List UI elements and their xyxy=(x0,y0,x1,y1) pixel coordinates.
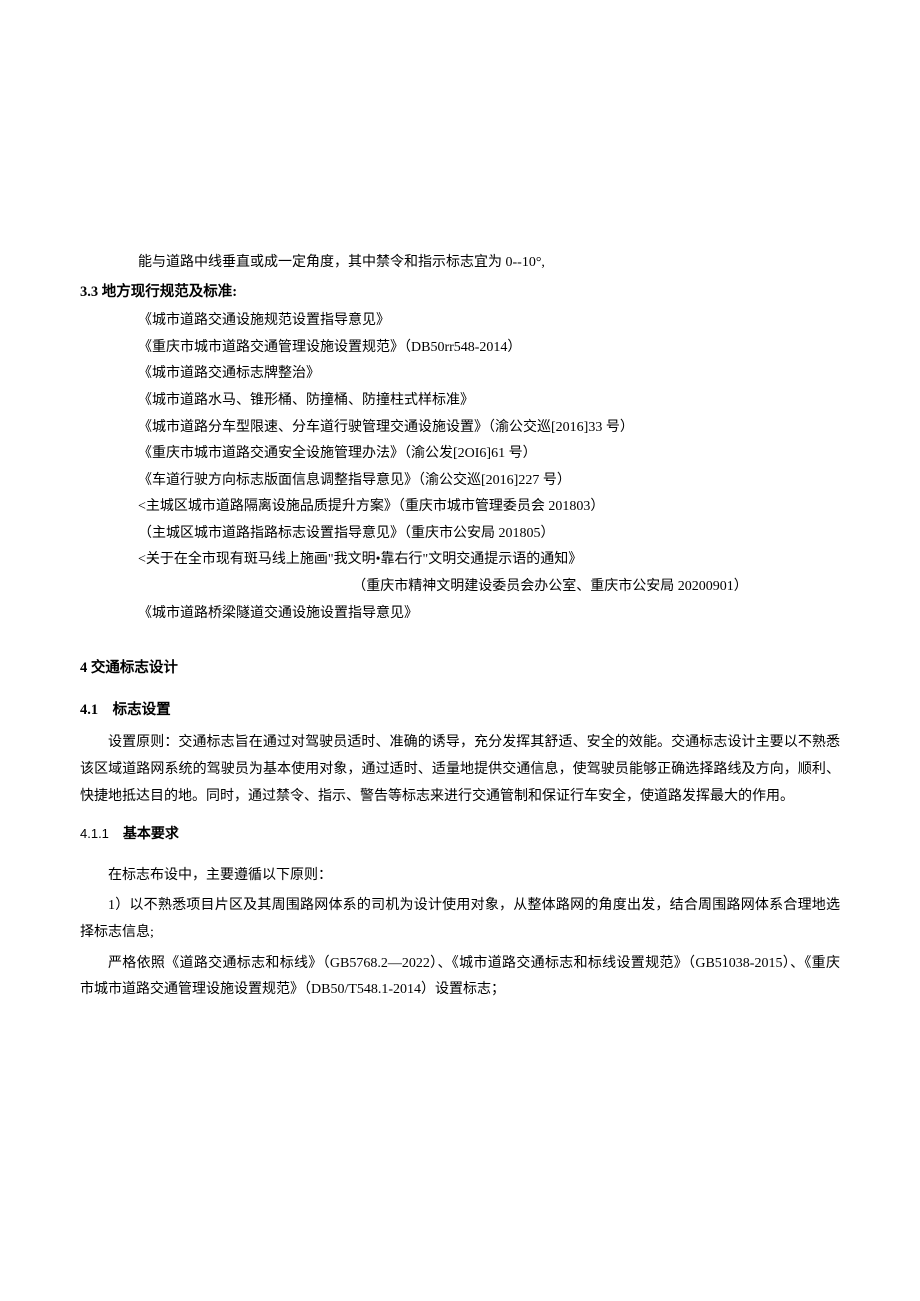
paragraph-4-1: 设置原则：交通标志旨在通过对驾驶员适时、准确的诱导，充分发挥其舒适、安全的效能。… xyxy=(80,730,840,810)
heading-text: 基本要求 xyxy=(123,827,179,842)
reference-item: 《城市道路桥梁隧道交通设施设置指导意见》 xyxy=(80,601,840,628)
reference-item: 《重庆市城市道路交通管理设施设置规范》（DB50rr548-2014） xyxy=(80,335,840,362)
paragraph-4-1-1-c: 严格依照《道路交通标志和标线》（GB5768.2—2022）、《城市道路交通标志… xyxy=(80,951,840,1004)
reference-item: <主城区城市道路隔离设施品质提升方案》（重庆市城市管理委员会 201803） xyxy=(80,494,840,521)
reference-item: （主城区城市道路指路标志设置指导意见》（重庆市公安局 201805） xyxy=(80,521,840,548)
intro-line: 能与道路中线垂直或成一定角度，其中禁令和指示标志宜为 0--10°, xyxy=(80,250,840,277)
reference-item: 《城市道路交通标志牌整治》 xyxy=(80,361,840,388)
reference-item: 《城市道路交通设施规范设置指导意见》 xyxy=(80,308,840,335)
reference-item: 《城市道路水马、锥形桶、防撞桶、防撞柱式样标准》 xyxy=(80,388,840,415)
paragraph-4-1-1-a: 在标志布设中，主要遵循以下原则： xyxy=(80,863,840,890)
paragraph-4-1-1-b: 1）以不熟悉项目片区及其周围路网体系的司机为设计使用对象，从整体路网的角度出发，… xyxy=(80,893,840,946)
heading-4-1-1: 4.1.1 基本要求 xyxy=(80,822,840,849)
reference-item: 《重庆市城市道路交通安全设施管理办法》（渝公发[2OI6]61 号） xyxy=(80,441,840,468)
reference-item: 《城市道路分车型限速、分车道行驶管理交通设施设置》（渝公交巡[2016]33 号… xyxy=(80,415,840,442)
heading-3-3: 3.3 地方现行规范及标准: xyxy=(80,279,840,307)
reference-item: 《车道行驶方向标志版面信息调整指导意见》（渝公交巡[2016]227 号） xyxy=(80,468,840,495)
heading-4: 4 交通标志设计 xyxy=(80,655,840,683)
heading-4-1: 4.1 标志设置 xyxy=(80,697,840,725)
reference-item: <关于在全市现有斑马线上施画"我文明•靠右行"文明交通提示语的通知》 xyxy=(80,547,840,574)
reference-source: （重庆市精神文明建设委员会办公室、重庆市公安局 20200901） xyxy=(80,574,840,601)
heading-number: 4.1.1 xyxy=(80,826,109,841)
